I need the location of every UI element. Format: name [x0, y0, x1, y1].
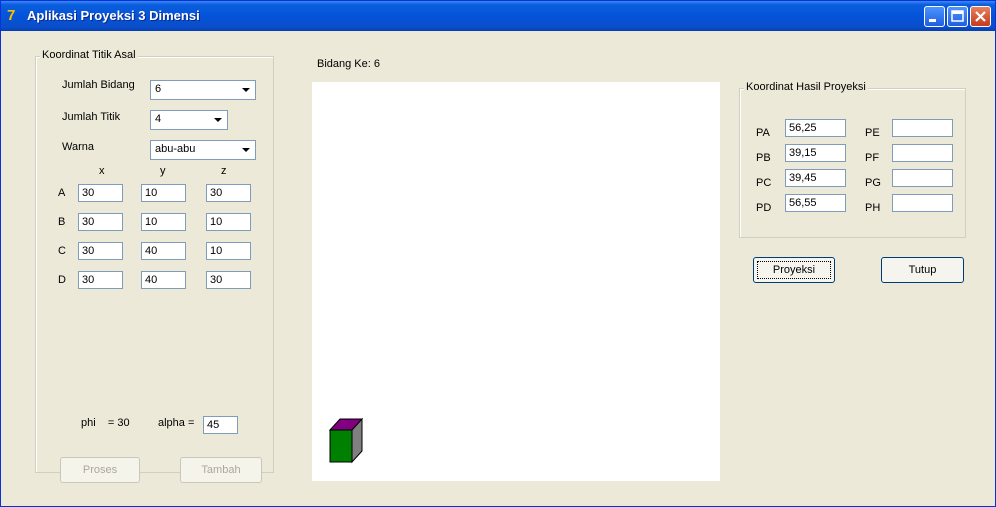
warna-label: Warna: [62, 141, 94, 153]
ph-value[interactable]: [892, 194, 953, 212]
point-a-y-input[interactable]: 10: [141, 184, 186, 202]
pb-value[interactable]: 39,15: [785, 144, 846, 162]
maximize-icon: [951, 10, 964, 22]
origin-coordinates-group: Koordinat Titik Asal Jumlah Bidang 6 Jum…: [35, 49, 274, 473]
pa-label: PA: [756, 127, 770, 139]
phi-label: phi = 30: [81, 417, 130, 429]
pf-label: PF: [865, 152, 880, 164]
point-b-x-input[interactable]: 30: [78, 213, 123, 231]
client-area: Koordinat Titik Asal Jumlah Bidang 6 Jum…: [5, 31, 991, 502]
pc-value[interactable]: 39,45: [785, 169, 846, 187]
close-icon: [975, 11, 986, 22]
jumlah-titik-select[interactable]: 4: [150, 110, 228, 130]
pc-label: PC: [756, 177, 772, 189]
warna-value: abu-abu: [155, 143, 196, 155]
point-d-x-input[interactable]: 30: [78, 271, 123, 289]
projection-drawing: [328, 417, 364, 464]
column-z-header: z: [221, 165, 227, 177]
point-b-y-input[interactable]: 10: [141, 213, 186, 231]
column-x-header: x: [99, 165, 105, 177]
title-bar[interactable]: 7 Aplikasi Proyeksi 3 Dimensi: [1, 1, 995, 31]
chevron-down-icon[interactable]: [238, 142, 254, 158]
minimize-button[interactable]: [924, 6, 945, 27]
minimize-icon: [929, 19, 936, 22]
proyeksi-button[interactable]: Proyeksi: [753, 257, 835, 283]
pe-label: PE: [865, 127, 880, 139]
chevron-down-icon[interactable]: [210, 112, 226, 128]
pe-value[interactable]: [892, 119, 953, 137]
warna-select[interactable]: abu-abu: [150, 140, 256, 160]
point-d-y-input[interactable]: 40: [141, 271, 186, 289]
point-b-z-input[interactable]: 10: [206, 213, 251, 231]
point-c-y-input[interactable]: 40: [141, 242, 186, 260]
pd-value[interactable]: 56,55: [785, 194, 846, 212]
point-a-x-input[interactable]: 30: [78, 184, 123, 202]
point-c-label: C: [58, 245, 66, 257]
jumlah-bidang-value: 6: [155, 83, 162, 95]
result-coordinates-group: Koordinat Hasil Proyeksi PA 56,25 PB 39,…: [739, 81, 966, 238]
point-a-z-input[interactable]: 30: [206, 184, 251, 202]
point-b-label: B: [58, 216, 66, 228]
tambah-button[interactable]: Tambah: [180, 457, 262, 483]
jumlah-bidang-label: Jumlah Bidang: [62, 79, 135, 91]
app-icon[interactable]: 7: [7, 8, 23, 24]
ph-label: PH: [865, 202, 881, 214]
jumlah-titik-value: 4: [155, 113, 162, 125]
app-window: 7 Aplikasi Proyeksi 3 Dimensi Koordinat …: [0, 0, 996, 507]
pf-value[interactable]: [892, 144, 953, 162]
point-c-x-input[interactable]: 30: [78, 242, 123, 260]
result-group-legend: Koordinat Hasil Proyeksi: [744, 81, 868, 93]
point-d-label: D: [58, 274, 66, 286]
pd-label: PD: [756, 202, 772, 214]
chevron-down-icon[interactable]: [238, 82, 254, 98]
jumlah-titik-label: Jumlah Titik: [62, 111, 121, 123]
bidang-ke-label: Bidang Ke: 6: [317, 58, 380, 70]
pb-label: PB: [756, 152, 771, 164]
window-title: Aplikasi Proyeksi 3 Dimensi: [27, 8, 200, 23]
alpha-label: alpha =: [158, 417, 195, 429]
point-c-z-input[interactable]: 10: [206, 242, 251, 260]
projection-canvas: [312, 82, 720, 481]
point-a-label: A: [58, 187, 66, 199]
alpha-input[interactable]: 45: [203, 416, 238, 434]
focus-rectangle: [757, 261, 831, 279]
cube-front-face: [329, 429, 353, 463]
pg-label: PG: [865, 177, 881, 189]
pg-value[interactable]: [892, 169, 953, 187]
jumlah-bidang-select[interactable]: 6: [150, 80, 256, 100]
proses-button[interactable]: Proses: [60, 457, 140, 483]
close-button[interactable]: [970, 6, 991, 27]
point-d-z-input[interactable]: 30: [206, 271, 251, 289]
tutup-button[interactable]: Tutup: [881, 257, 964, 283]
origin-group-legend: Koordinat Titik Asal: [40, 49, 138, 61]
column-y-header: y: [160, 165, 166, 177]
maximize-button[interactable]: [947, 6, 968, 27]
pa-value[interactable]: 56,25: [785, 119, 846, 137]
